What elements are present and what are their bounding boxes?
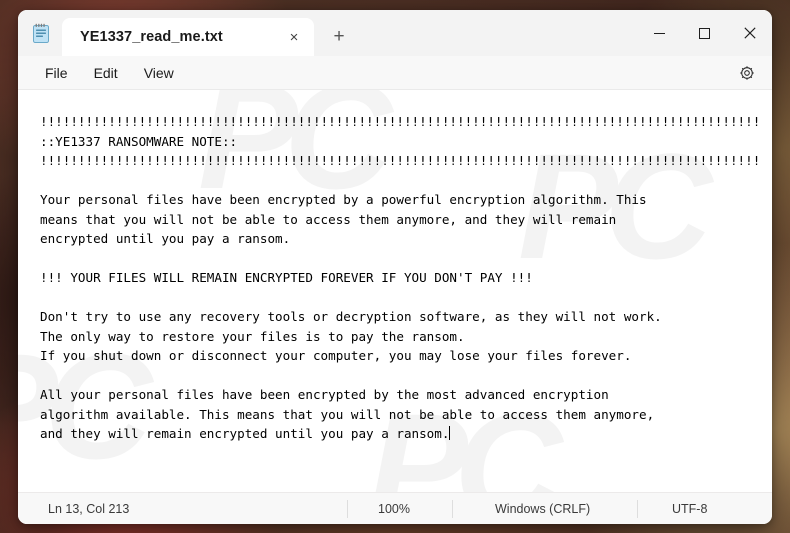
status-encoding[interactable]: UTF-8 — [638, 500, 723, 518]
title-bar: YE1337_read_me.txt × + — [18, 10, 772, 56]
notepad-icon — [28, 10, 54, 56]
document-text-body: !!!!!!!!!!!!!!!!!!!!!!!!!!!!!!!!!!!!!!!!… — [40, 114, 761, 441]
menu-item-file[interactable]: File — [32, 60, 81, 86]
status-line-ending[interactable]: Windows (CRLF) — [453, 499, 638, 518]
status-cursor-position[interactable]: Ln 13, Col 213 — [18, 499, 348, 518]
close-button[interactable] — [727, 10, 772, 56]
notepad-window: YE1337_read_me.txt × + File Edit View !!… — [18, 10, 772, 524]
window-controls — [637, 10, 772, 56]
document-text[interactable]: !!!!!!!!!!!!!!!!!!!!!!!!!!!!!!!!!!!!!!!!… — [18, 90, 772, 444]
menu-item-view[interactable]: View — [131, 60, 187, 86]
text-caret — [449, 426, 451, 440]
text-editor-area[interactable]: PC PC PC PC !!!!!!!!!!!!!!!!!!!!!!!!!!!!… — [18, 90, 772, 492]
tab-close-icon[interactable]: × — [280, 23, 308, 51]
tab-title: YE1337_read_me.txt — [80, 29, 223, 45]
menu-item-edit[interactable]: Edit — [81, 60, 131, 86]
gear-icon[interactable] — [732, 58, 762, 88]
menu-bar: File Edit View — [18, 56, 772, 90]
status-bar: Ln 13, Col 213 100% Windows (CRLF) UTF-8 — [18, 492, 772, 524]
minimize-button[interactable] — [637, 10, 682, 56]
maximize-button[interactable] — [682, 10, 727, 56]
tab-document[interactable]: YE1337_read_me.txt × — [62, 18, 314, 56]
status-zoom-level[interactable]: 100% — [348, 499, 453, 518]
new-tab-button[interactable]: + — [322, 19, 356, 53]
